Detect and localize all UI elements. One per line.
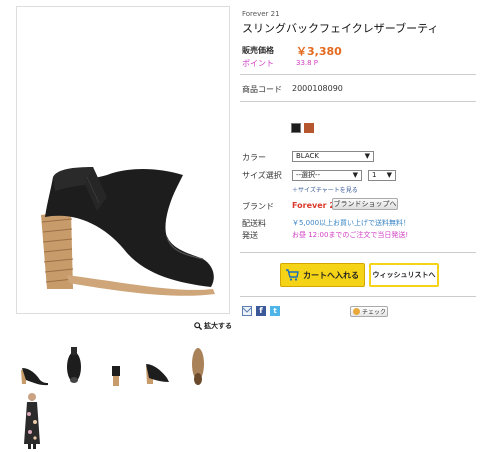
dropdown-arrow-icon: ▼ bbox=[386, 171, 392, 179]
color-swatch-black[interactable] bbox=[291, 123, 301, 133]
twitter-icon[interactable]: t bbox=[270, 306, 280, 316]
quantity-select-value: 1 bbox=[372, 171, 377, 179]
zoom-link[interactable]: 拡大する bbox=[194, 321, 232, 331]
thumbnail-1[interactable] bbox=[18, 360, 50, 388]
size-select[interactable]: --選択-- ▼ bbox=[292, 170, 362, 181]
color-label: カラー bbox=[242, 153, 266, 162]
thumbnail-5[interactable] bbox=[188, 344, 208, 388]
check-button[interactable]: チェック bbox=[350, 306, 388, 317]
thumbnail-4[interactable] bbox=[143, 360, 171, 388]
wishlist-button[interactable]: ウィッシュリストへ bbox=[369, 263, 439, 287]
product-title: スリングバックフェイクレザーブーティ bbox=[242, 22, 439, 35]
cart-icon bbox=[281, 264, 303, 286]
add-to-cart-label: カートへ入れる bbox=[303, 270, 359, 280]
color-select-value: BLACK bbox=[296, 152, 320, 160]
thumbnail-3[interactable] bbox=[107, 362, 125, 388]
price-label: 販売価格 bbox=[242, 46, 274, 55]
check-label: チェック bbox=[362, 309, 387, 316]
same-day-dispatch-text: お昼 12:00までのご注文で当日発送! bbox=[292, 231, 409, 239]
divider bbox=[240, 74, 476, 75]
magnifier-icon bbox=[194, 322, 202, 330]
size-select-value: --選択-- bbox=[296, 171, 321, 179]
quantity-select[interactable]: 1 ▼ bbox=[368, 170, 396, 181]
color-select[interactable]: BLACK ▼ bbox=[292, 151, 374, 162]
dispatch-label: 発送 bbox=[242, 231, 258, 240]
product-code-label: 商品コード bbox=[242, 85, 282, 94]
color-swatch-brown[interactable] bbox=[304, 123, 314, 133]
divider bbox=[240, 252, 476, 253]
divider bbox=[240, 101, 476, 102]
size-label: サイズ選択 bbox=[242, 171, 282, 180]
dropdown-arrow-icon: ▼ bbox=[364, 152, 370, 160]
mail-icon[interactable] bbox=[242, 306, 252, 316]
thumbnail-6[interactable] bbox=[20, 392, 44, 450]
brand-caption: Forever 21 bbox=[242, 10, 280, 18]
point-value: 33.8 P bbox=[296, 59, 319, 67]
thumbnail-2[interactable] bbox=[62, 343, 86, 387]
check-icon bbox=[353, 308, 360, 315]
dropdown-arrow-icon: ▼ bbox=[352, 171, 358, 179]
zoom-label: 拡大する bbox=[204, 322, 232, 330]
product-code-value: 2000108090 bbox=[292, 84, 343, 93]
brand-shop-button[interactable]: ブランドショップへ bbox=[332, 198, 398, 210]
price-value: ￥3,380 bbox=[296, 45, 342, 58]
brand-label: ブランド bbox=[242, 202, 274, 211]
size-chart-link[interactable]: ＋サイズチャートを見る bbox=[292, 185, 358, 194]
divider bbox=[240, 296, 476, 297]
shipping-fee-label: 配送料 bbox=[242, 219, 266, 228]
free-shipping-text: ￥5,000以上お買い上げで送料無料！ bbox=[292, 219, 411, 227]
add-to-cart-button[interactable]: カートへ入れる bbox=[280, 263, 365, 287]
facebook-icon[interactable]: f bbox=[256, 306, 266, 316]
point-label: ポイント bbox=[242, 59, 274, 68]
main-product-image[interactable] bbox=[16, 6, 230, 314]
